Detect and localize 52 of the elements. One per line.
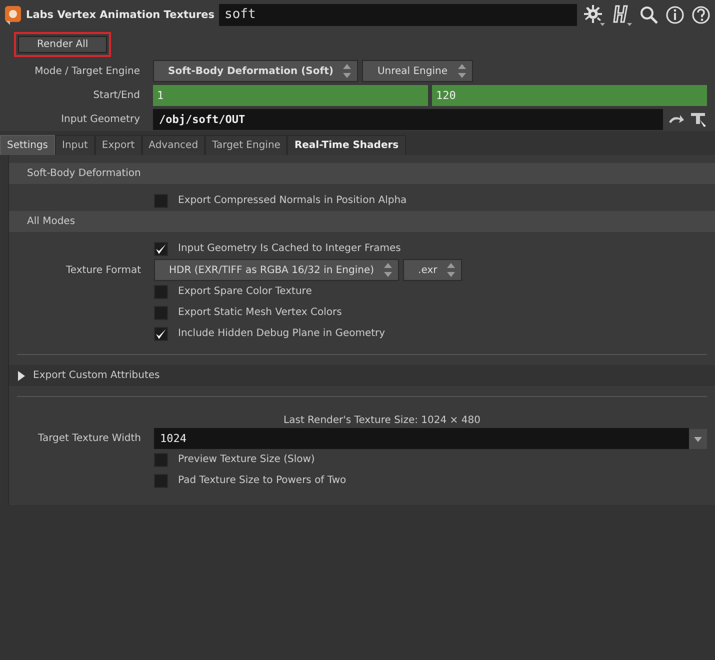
checkbox[interactable] — [154, 306, 168, 320]
render-all-button[interactable]: Render All — [14, 32, 112, 57]
search-icon[interactable] — [639, 5, 659, 25]
tab[interactable]: Export — [94, 135, 142, 155]
parameter-label: Mode / Target Engine — [34, 66, 140, 76]
path-field[interactable]: /obj/soft/OUT — [153, 108, 663, 130]
node-icon[interactable] — [4, 5, 22, 25]
checkbox[interactable] — [154, 474, 168, 488]
h-logo-icon[interactable] — [611, 4, 633, 26]
parameter-label: Texture Format — [66, 264, 141, 276]
number-field[interactable]: 1 — [153, 84, 428, 106]
checkbox-label: Input Geometry Is Cached to Integer Frames — [178, 243, 401, 254]
dropdown-menu[interactable]: Soft-Body Deformation (Soft) — [153, 60, 358, 82]
parameter-label: Target Texture Width — [38, 433, 141, 444]
tab[interactable]: Target Engine — [205, 135, 288, 155]
node-chooser-icon[interactable] — [689, 110, 707, 128]
dropdown-menu[interactable]: Unreal Engine — [362, 60, 472, 82]
checkbox-label: Export Spare Color Texture — [178, 286, 312, 297]
tab[interactable]: Advanced — [142, 135, 206, 155]
tab[interactable]: Real-Time Shaders — [287, 135, 406, 155]
checkbox[interactable] — [154, 284, 168, 298]
gear-icon[interactable] — [583, 4, 605, 26]
number-field[interactable]: 1024 — [154, 428, 689, 449]
checkbox-label: Export Static Mesh Vertex Colors — [178, 307, 342, 318]
checkbox[interactable] — [154, 326, 168, 340]
number-field[interactable]: 120 — [432, 84, 707, 106]
up-down-arrows-icon — [343, 64, 352, 78]
checkbox-label: Preview Texture Size (Slow) — [178, 454, 315, 465]
help-icon[interactable] — [691, 5, 711, 25]
section-heading: All Modes — [9, 211, 715, 232]
parameter-label: Start/End — [93, 90, 140, 100]
checkbox-label: Pad Texture Size to Powers of Two — [178, 475, 346, 486]
up-down-arrows-icon — [384, 263, 392, 277]
folder-toggle[interactable]: Export Custom Attributes — [9, 365, 715, 386]
checkbox[interactable] — [154, 452, 168, 466]
section-heading: Soft-Body Deformation — [9, 163, 715, 184]
dropdown-menu[interactable]: HDR (EXR/TIFF as RGBA 16/32 in Engine) — [154, 259, 400, 281]
tab[interactable]: Input — [55, 135, 95, 155]
parameter-label: Input Geometry — [61, 114, 140, 124]
info-icon[interactable] — [665, 5, 685, 25]
info-text: Last Render's Texture Size: 1024 × 480 — [284, 415, 480, 426]
up-down-arrows-icon — [447, 263, 456, 277]
dropdown-menu[interactable]: .exr — [403, 259, 462, 281]
checkbox-label: Export Compressed Normals in Position Alpha — [178, 195, 407, 206]
tab[interactable]: Settings — [0, 135, 56, 155]
checkbox[interactable] — [154, 242, 168, 256]
node-type-title: Labs Vertex Animation Textures — [26, 9, 215, 21]
right-triangle-icon[interactable] — [17, 370, 25, 380]
up-down-arrows-icon — [458, 64, 466, 78]
checkbox[interactable] — [154, 194, 168, 208]
node-name-field[interactable]: soft — [218, 4, 577, 26]
checkbox-label: Include Hidden Debug Plane in Geometry — [178, 328, 386, 339]
